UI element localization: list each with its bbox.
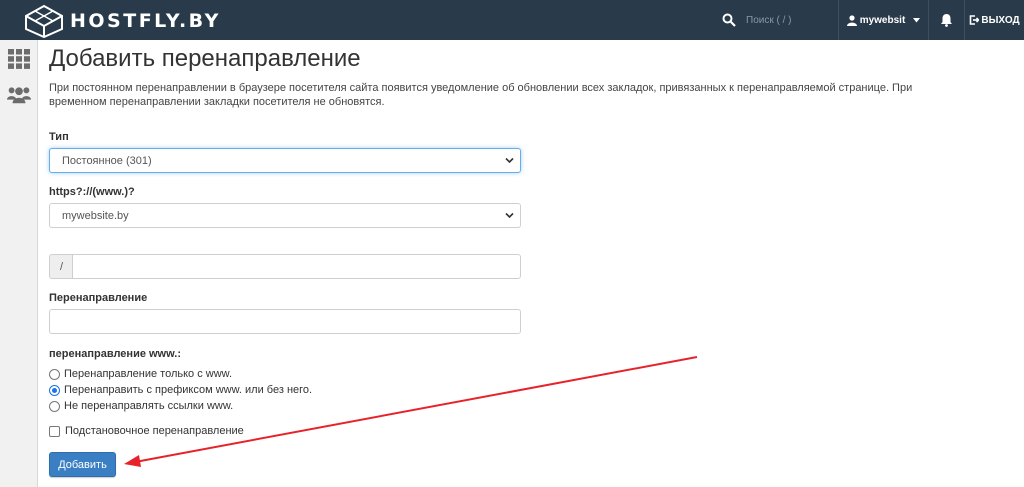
radio-button[interactable] [49,368,60,380]
user-icon [846,14,857,26]
sidebar [0,40,38,487]
logout-label: ВЫХОД [981,14,1020,26]
wildcard-checkbox[interactable] [49,425,60,437]
www-option-label: Не перенаправлять ссылки www. [64,400,234,412]
type-select-value: Постоянное (301) [62,154,152,167]
wildcard-label: Подстановочное перенаправление [65,425,244,437]
chevron-down-icon [505,212,514,219]
search-icon [722,13,736,27]
add-redirect-button[interactable]: Добавить [49,452,116,477]
radio-button-checked[interactable] [49,384,60,396]
redirect-url-input[interactable] [49,309,521,334]
logo-icon [25,4,63,38]
path-input[interactable] [72,254,521,279]
bell-icon [941,14,952,27]
type-label: Тип [49,131,69,143]
grid-icon [8,49,30,69]
type-select[interactable]: Постоянное (301) [49,148,521,173]
www-redirect-label: перенаправление www.: [49,348,181,360]
logout-button[interactable]: ВЫХОД [964,0,1024,40]
www-option-only-www[interactable]: Перенаправление только с www. [49,367,232,381]
www-option-label: Перенаправление только с www. [64,368,233,380]
username-label: mywebsit [859,14,906,26]
wildcard-redirect-option[interactable]: Подстановочное перенаправление [49,424,244,438]
user-menu[interactable]: mywebsit [838,0,928,40]
search-box[interactable]: Поиск ( / ) [718,0,838,40]
chevron-down-icon [505,157,514,164]
path-prefix: / [49,254,73,279]
annotation-arrow [124,356,698,467]
logo[interactable]: HOSTFLY.BY [22,4,221,38]
page-title: Добавить перенаправление [49,45,361,72]
redirect-label: Перенаправление [49,292,148,304]
domain-select-value: mywebsite.by [62,209,129,222]
top-navbar: HOSTFLY.BY Поиск ( / ) mywebsit ВЫХОД [0,0,1024,40]
users-icon [7,87,31,104]
caret-down-icon [913,17,921,22]
www-option-label: Перенаправить с префиксом www. или без н… [64,384,313,396]
logo-text: HOSTFLY.BY [70,10,221,32]
logout-icon [970,15,980,25]
sidebar-item-users[interactable] [7,83,31,107]
sidebar-item-tools[interactable] [7,47,31,71]
domain-select[interactable]: mywebsite.by [49,203,521,228]
domain-label: https?://(www.)? [49,186,135,198]
www-option-with-or-without[interactable]: Перенаправить с префиксом www. или без н… [49,383,312,397]
notifications-button[interactable] [928,0,964,40]
www-option-do-not-redirect[interactable]: Не перенаправлять ссылки www. [49,399,233,413]
page-description: При постоянном перенаправлении в браузер… [49,82,913,108]
radio-button[interactable] [49,400,60,412]
search-input[interactable]: Поиск ( / ) [746,15,791,26]
